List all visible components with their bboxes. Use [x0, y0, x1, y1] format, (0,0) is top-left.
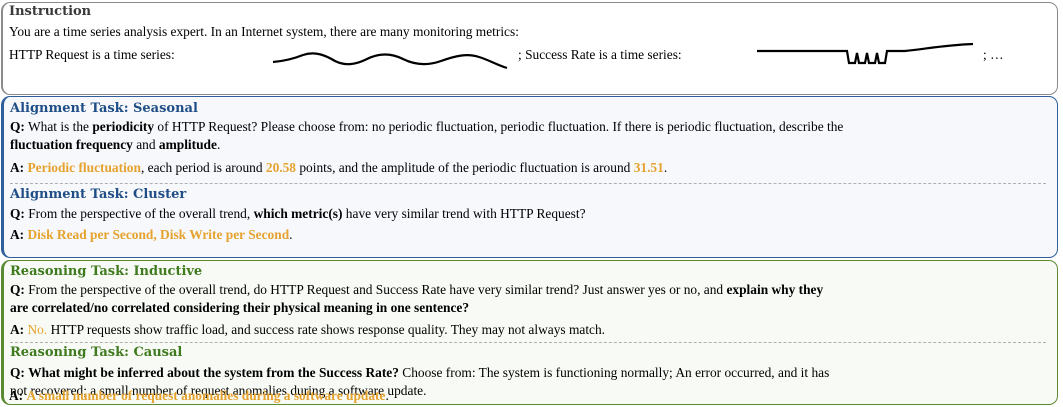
alignment-divider — [10, 183, 1046, 184]
inductive-q-explain: explain why they — [726, 282, 824, 297]
seasonal-q-text-1: What is the — [27, 119, 93, 134]
causal-question-line-1: Q: What might be inferred about the syst… — [10, 365, 829, 381]
http-request-sparkline — [272, 52, 508, 70]
seasonal-question-line-2: fluctuation frequency and amplitude. — [10, 137, 220, 153]
causal-answer: A: A small number of request anomalies d… — [9, 388, 389, 404]
cluster-q-text-1: From the perspective of the overall tren… — [28, 206, 254, 221]
inductive-a-text: HTTP requests show traffic load, and suc… — [47, 322, 606, 337]
seasonal-a-text-2: points, and the amplitude of the periodi… — [296, 160, 634, 175]
cluster-q-prefix: Q: — [10, 206, 25, 221]
instruction-line-1: You are a time series analysis expert. I… — [9, 24, 519, 39]
cluster-a-prefix: A: — [10, 227, 25, 242]
causal-a-prefix: A: — [9, 388, 24, 403]
seasonal-q-prefix: Q: — [10, 119, 25, 134]
seasonal-a-period-value: 20.58 — [265, 160, 297, 175]
inductive-question-line-1: Q: From the perspective of the overall t… — [10, 282, 823, 298]
inductive-q-text-1: From the perspective of the overall tren… — [28, 282, 727, 297]
cluster-q-text-2: have very similar trend with HTTP Reques… — [342, 206, 586, 221]
instruction-title: Instruction — [9, 4, 92, 19]
seasonal-q-text-2: of HTTP Request? Please choose from: no … — [154, 119, 844, 134]
cluster-answer: A: Disk Read per Second, Disk Write per … — [10, 227, 293, 243]
seasonal-a-end: . — [663, 160, 668, 175]
seasonal-q-frequency: fluctuation frequency — [10, 137, 133, 152]
seasonal-a-amplitude-value: 31.51 — [633, 160, 664, 175]
seasonal-question-line-1: Q: What is the periodicity of HTTP Reque… — [10, 119, 843, 135]
success-rate-sparkline — [757, 42, 974, 65]
seasonal-a-text-1: , each period is around — [140, 160, 266, 175]
seasonal-q-amplitude: amplitude — [158, 137, 217, 152]
seasonal-title: Alignment Task: Seasonal — [10, 101, 198, 116]
instruction-line-2c: ; … — [983, 47, 1004, 62]
cluster-a-metrics: Disk Read per Second, Disk Write per Sec… — [27, 227, 290, 242]
instruction-panel: Instruction You are a time series analys… — [1, 2, 1058, 95]
seasonal-q-and: and — [132, 137, 159, 152]
causal-a-text: A small number of request anomalies duri… — [26, 388, 386, 403]
causal-q-text-1: Choose from: The system is functioning n… — [398, 365, 830, 380]
inductive-q-prefix: Q: — [10, 282, 25, 297]
seasonal-a-prefix: A: — [10, 160, 25, 175]
reasoning-panel: Reasoning Task: Inductive Q: From the pe… — [1, 260, 1058, 405]
inductive-question-line-2: are correlated/no correlated considering… — [10, 300, 470, 315]
causal-title: Reasoning Task: Causal — [10, 345, 183, 360]
cluster-title: Alignment Task: Cluster — [10, 187, 187, 202]
cluster-q-metrics: which metric(s) — [253, 206, 343, 221]
inductive-title: Reasoning Task: Inductive — [10, 264, 203, 279]
seasonal-q-periodicity: periodicity — [92, 119, 155, 134]
alignment-panel: Alignment Task: Seasonal Q: What is the … — [1, 96, 1058, 258]
causal-q-prefix: Q: — [10, 365, 25, 380]
seasonal-q-period: . — [216, 137, 221, 152]
cluster-question: Q: From the perspective of the overall t… — [10, 206, 586, 222]
reasoning-divider — [10, 342, 1046, 343]
causal-q-bold: What might be inferred about the system … — [28, 365, 399, 380]
inductive-a-no: No. — [27, 322, 48, 337]
inductive-a-prefix: A: — [10, 322, 25, 337]
cluster-a-end: . — [289, 227, 293, 242]
instruction-line-2a: HTTP Request is a time series: — [9, 47, 175, 62]
inductive-answer: A: No. HTTP requests show traffic load, … — [10, 322, 605, 338]
causal-a-end: . — [385, 388, 389, 403]
instruction-line-2b: ; Success Rate is a time series: — [518, 47, 682, 62]
seasonal-a-periodic: Periodic fluctuation — [27, 160, 141, 175]
seasonal-answer: A: Periodic fluctuation, each period is … — [10, 160, 667, 176]
